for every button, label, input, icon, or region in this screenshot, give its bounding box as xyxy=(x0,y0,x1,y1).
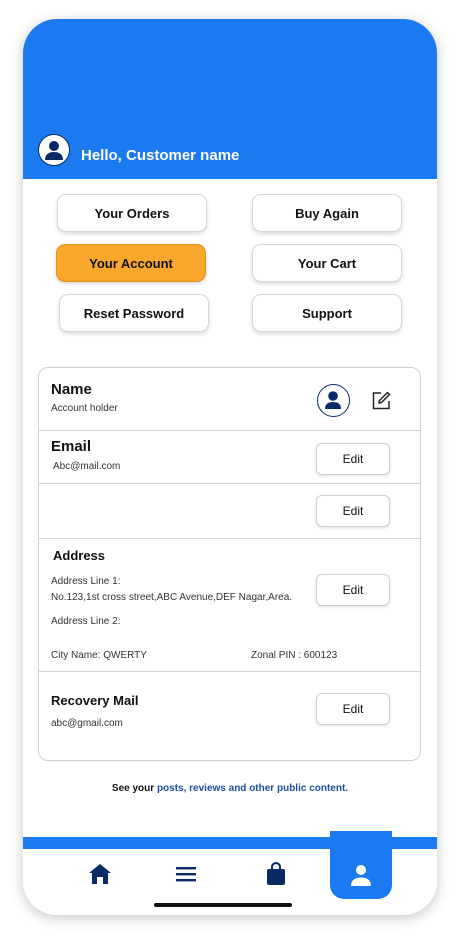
edit-icon[interactable] xyxy=(370,390,392,412)
zonal-pin: Zonal PIN : 600123 xyxy=(251,650,338,661)
menu-icon[interactable] xyxy=(166,859,206,889)
address-line1-label: Address Line 1: xyxy=(51,576,121,587)
recovery-mail-value: abc@gmail.com xyxy=(51,718,123,729)
address-edit-button[interactable]: Edit xyxy=(316,574,390,606)
email-edit-button[interactable]: Edit xyxy=(316,443,390,475)
support-button[interactable]: Support xyxy=(252,294,402,332)
address-line1-value: No.123,1st cross street,ABC Avenue,DEF N… xyxy=(51,592,293,603)
address-line2-label: Address Line 2: xyxy=(51,616,121,627)
edit-button[interactable]: Edit xyxy=(316,495,390,527)
divider xyxy=(39,430,420,431)
public-content-link[interactable]: posts, reviews and other public content. xyxy=(157,783,348,794)
greeting-text: Hello, Customer name xyxy=(81,147,240,164)
note-prefix: See your xyxy=(111,783,157,794)
nav-item-profile[interactable] xyxy=(330,831,392,899)
user-icon xyxy=(346,861,376,891)
public-content-note: See your posts, reviews and other public… xyxy=(23,783,437,794)
header: Hello, Customer name xyxy=(23,19,437,179)
shopping-bag-icon[interactable] xyxy=(256,859,296,889)
user-avatar-icon[interactable] xyxy=(38,134,70,166)
your-orders-button[interactable]: Your Orders xyxy=(57,194,207,232)
phone-frame: Hello, Customer name Your Orders Buy Aga… xyxy=(23,19,437,915)
email-value: Abc@mail.com xyxy=(53,461,121,472)
city-name: City Name: QWERTY xyxy=(51,650,147,661)
home-icon[interactable] xyxy=(80,859,120,889)
email-title: Email xyxy=(51,438,92,455)
divider xyxy=(39,671,420,672)
name-title: Name xyxy=(51,381,92,398)
account-card: Name Account holder Email Abc@mail.com E… xyxy=(38,367,421,761)
home-indicator xyxy=(154,903,292,907)
recovery-edit-button[interactable]: Edit xyxy=(316,693,390,725)
name-subtitle: Account holder xyxy=(51,403,118,414)
divider xyxy=(39,483,420,484)
address-title: Address xyxy=(53,548,106,563)
profile-avatar-icon[interactable] xyxy=(317,384,350,417)
reset-password-button[interactable]: Reset Password xyxy=(59,294,209,332)
recovery-mail-title: Recovery Mail xyxy=(51,693,139,708)
your-account-button[interactable]: Your Account xyxy=(56,244,206,282)
your-cart-button[interactable]: Your Cart xyxy=(252,244,402,282)
divider xyxy=(39,538,420,539)
buy-again-button[interactable]: Buy Again xyxy=(252,194,402,232)
